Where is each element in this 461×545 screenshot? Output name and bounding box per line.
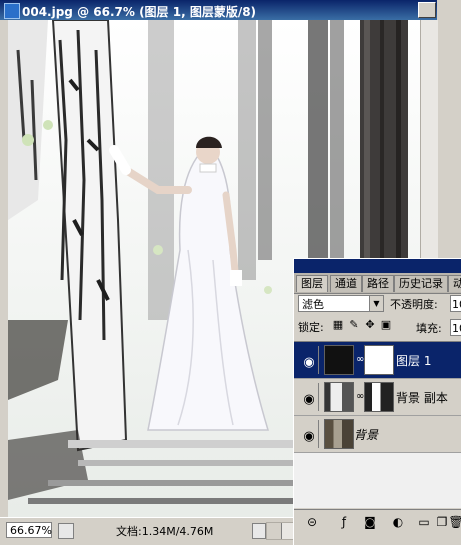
tab-layers[interactable]: 图层 [296,275,328,292]
panel-footer: ⊝ ƒ ◙ ◐ ▭ ❐ 🗑 [294,509,461,534]
window-border [0,20,8,517]
status-menu-arrow-icon[interactable] [252,523,266,539]
add-mask-icon[interactable]: ◙ [362,514,378,530]
opacity-input[interactable]: 100% [450,295,461,312]
layer-row-background[interactable]: ◉ 背景 [294,416,461,453]
visibility-toggle[interactable]: ◉ [296,346,319,374]
info-icon[interactable] [58,523,74,539]
link-icon[interactable]: ∞ [356,391,364,403]
title-bar[interactable]: 004.jpg @ 66.7% (图层 1, 图层蒙版/8) [0,0,437,20]
scroll-left-button[interactable] [267,523,282,539]
layer-thumbnail [324,345,354,375]
chevron-down-icon: ▼ [369,296,383,311]
visibility-toggle[interactable]: ◉ [296,420,319,448]
layer-row-background-copy[interactable]: ◉ ∞ 背景 副本 [294,379,461,416]
photoshop-doc-icon [4,3,20,19]
adjustment-layer-icon[interactable]: ◐ [390,514,406,530]
visibility-toggle[interactable]: ◉ [296,383,319,411]
lock-paint-brush-icon[interactable]: ✎ [348,319,360,331]
layer-mask-thumbnail[interactable] [364,382,394,412]
link-layers-icon[interactable]: ⊝ [304,514,320,530]
layer-list: ◉ ∞ 图层 1 ◉ ∞ 背景 副本 ◉ 背景 [294,341,461,508]
layer-style-icon[interactable]: ƒ [336,514,352,530]
tab-actions[interactable]: 动 [448,275,461,292]
lock-all-icon[interactable]: ▣ [380,319,392,331]
new-group-icon[interactable]: ▭ [416,514,432,530]
layers-panel: 图层 通道 路径 历史记录 动 滤色 ▼ 不透明度: 100% 锁定: ▦ ✎ … [293,258,461,545]
layer-mask-thumbnail[interactable] [364,345,394,375]
window-title: 004.jpg @ 66.7% (图层 1, 图层蒙版/8) [22,5,257,19]
layer-name: 背景 [354,428,379,442]
blend-mode-select[interactable]: 滤色 ▼ [298,295,384,312]
eye-icon: ◉ [303,429,315,444]
eye-icon: ◉ [303,355,315,370]
opacity-label: 不透明度: [390,298,438,311]
zoom-input[interactable]: 66.67% [6,522,52,538]
link-icon[interactable]: ∞ [356,354,364,366]
fill-label: 填充: [416,322,442,335]
lock-move-icon[interactable]: ✥ [364,319,376,331]
layer-row-layer1[interactable]: ◉ ∞ 图层 1 [294,342,461,379]
document-size-info: 文档:1.34M/4.76M [116,525,214,538]
panel-title-bar[interactable] [294,259,461,273]
layer-thumbnail [324,419,354,449]
tab-channels[interactable]: 通道 [330,275,362,292]
layer-name: 图层 1 [396,354,432,368]
tab-history[interactable]: 历史记录 [394,275,448,292]
minimize-button[interactable] [418,2,436,18]
trash-icon[interactable]: 🗑 [448,514,461,530]
lock-transparency-icon[interactable]: ▦ [332,319,344,331]
layer-thumbnail [324,382,354,412]
lock-label: 锁定: [298,321,324,334]
panel-tabs: 图层 通道 路径 历史记录 动 [294,273,461,294]
tab-paths[interactable]: 路径 [362,275,394,292]
fill-input[interactable]: 100% [450,319,461,336]
layer-name: 背景 副本 [396,391,448,405]
blend-mode-value: 滤色 [302,298,324,311]
eye-icon: ◉ [303,392,315,407]
